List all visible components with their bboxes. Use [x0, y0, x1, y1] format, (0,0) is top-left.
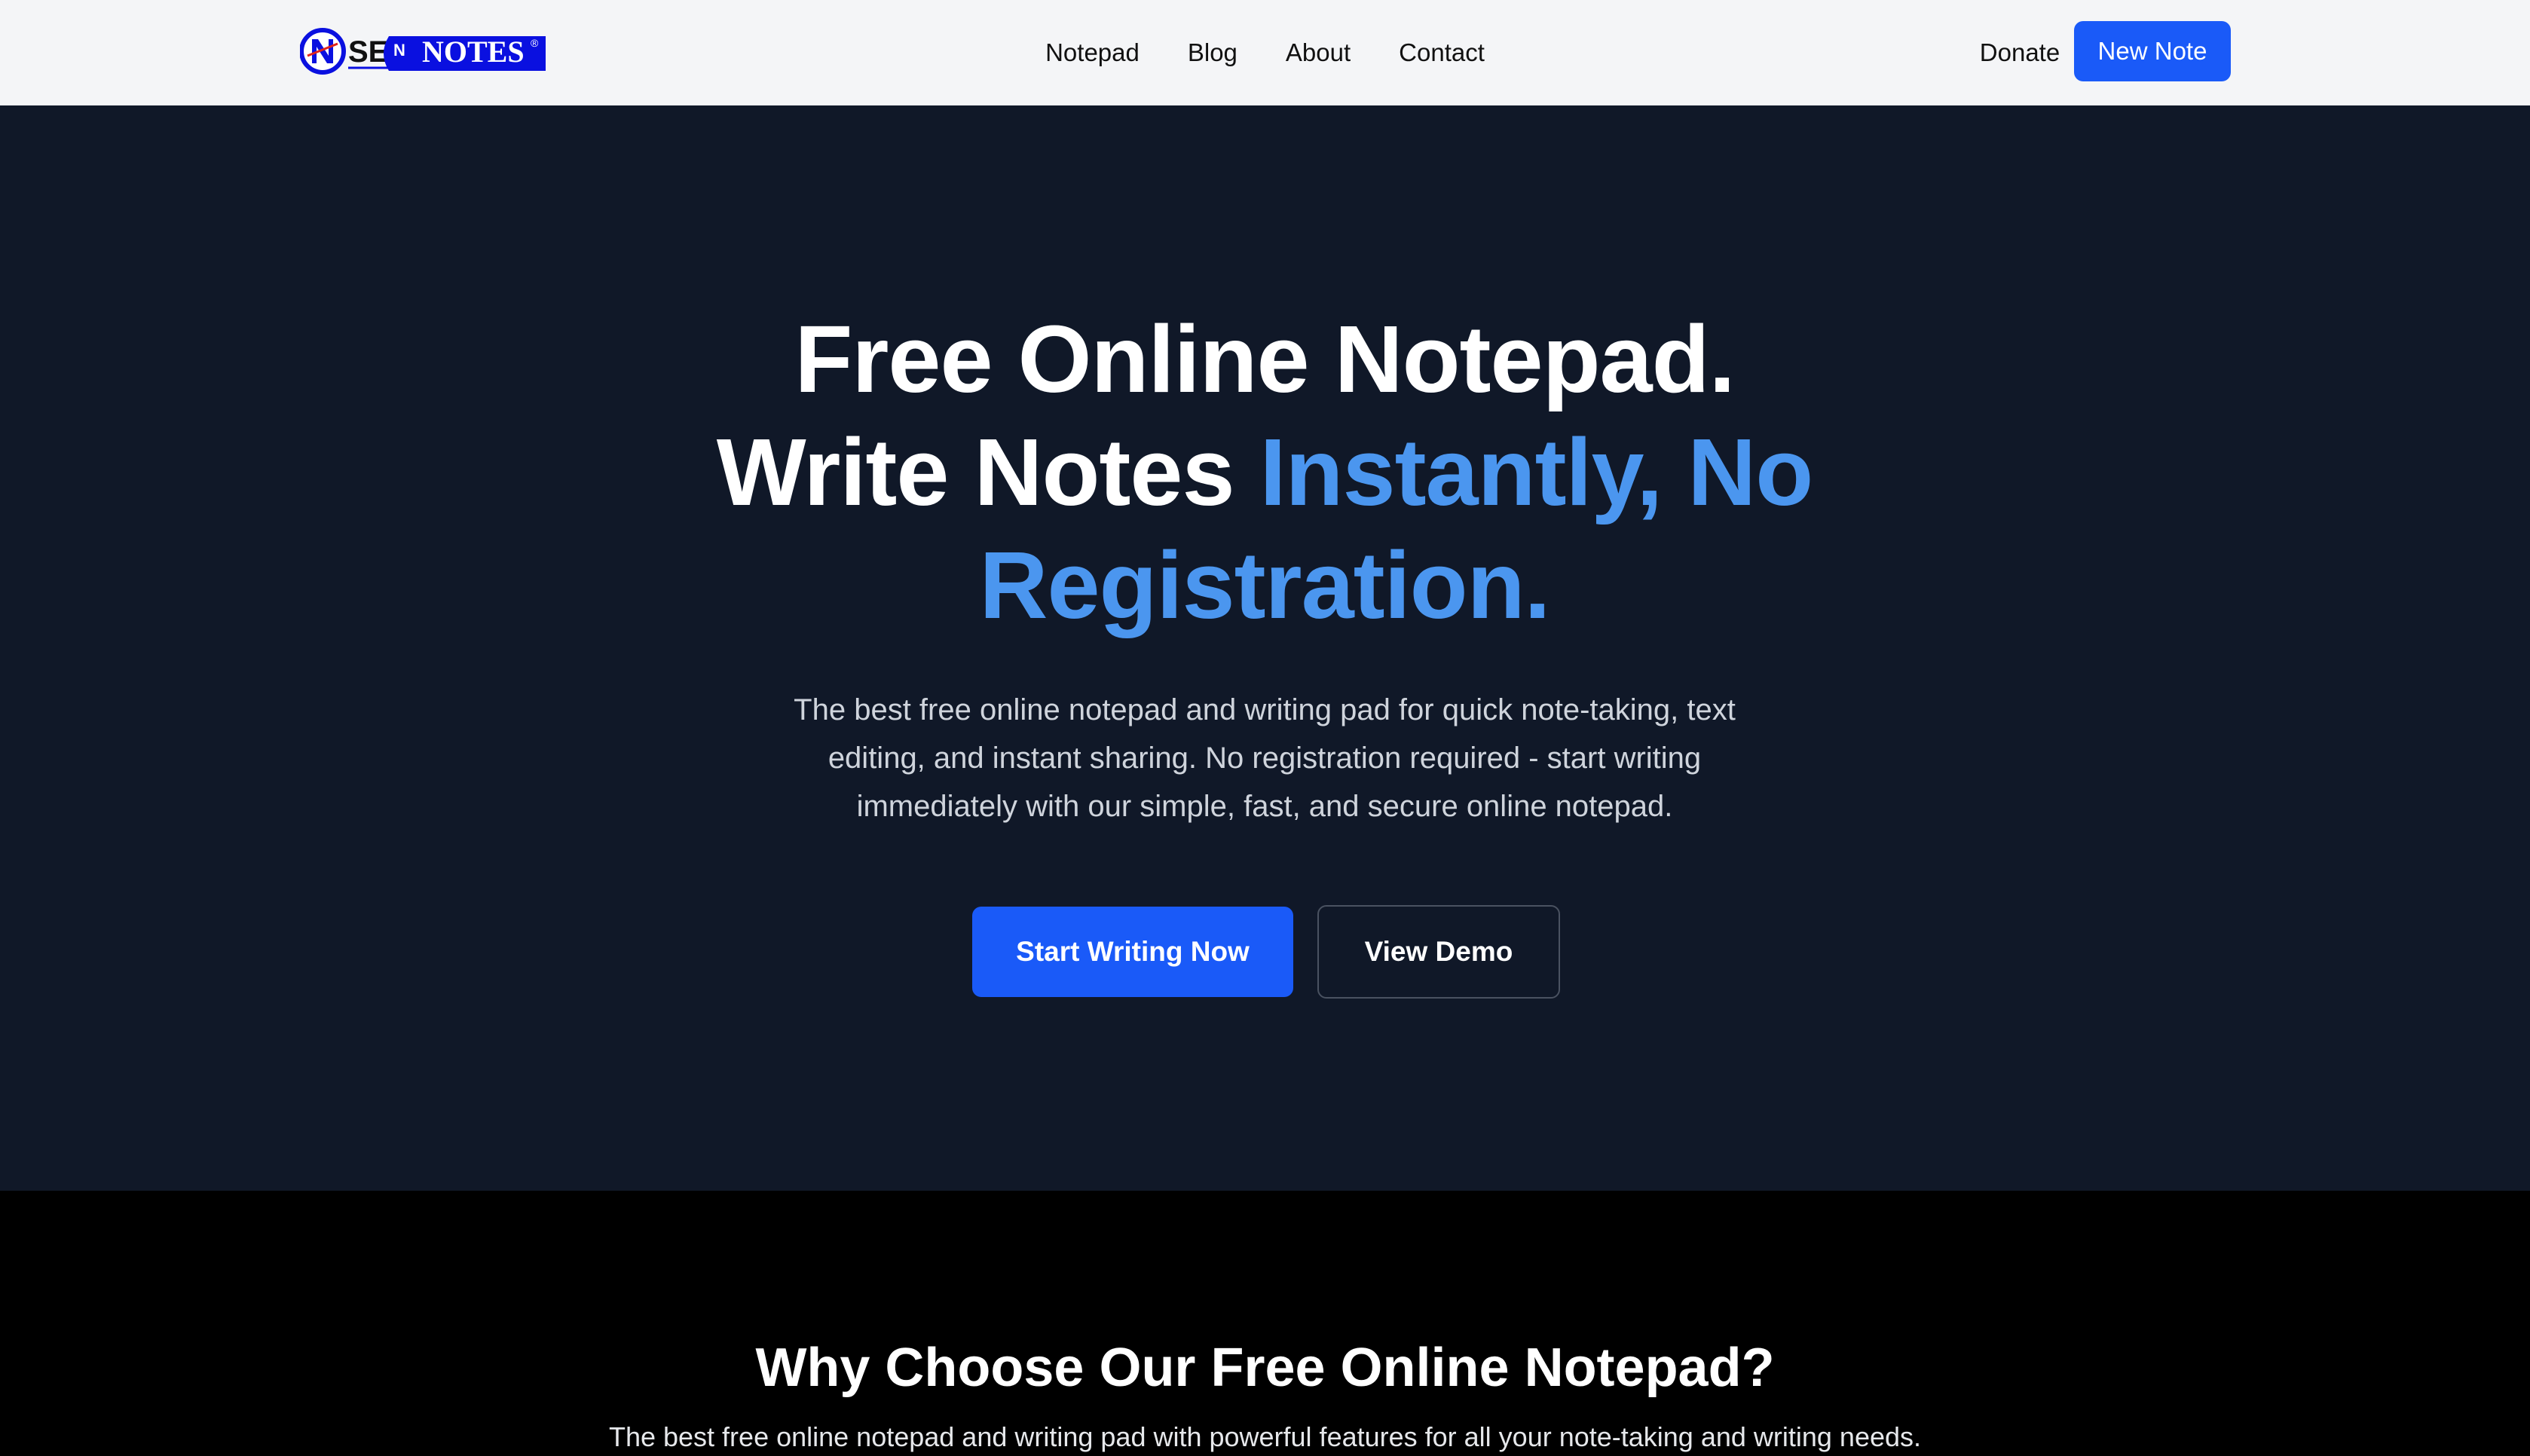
hero-title: Free Online Notepad. Write Notes Instant…: [662, 303, 1868, 642]
nav-link-about[interactable]: About: [1286, 38, 1351, 67]
hero-description: The best free online notepad and writing…: [794, 693, 1736, 823]
nav-link-notepad[interactable]: Notepad: [1045, 38, 1140, 67]
hero-title-accent: Instantly, No: [1259, 419, 1814, 525]
hero-title-line-2: Write Notes Instantly, No: [662, 416, 1868, 529]
nav-link-blog[interactable]: Blog: [1188, 38, 1237, 67]
svg-text:SE: SE: [348, 35, 388, 69]
features-section: Why Choose Our Free Online Notepad? The …: [0, 1191, 2530, 1452]
sen-notes-logo-icon: SE N NOTES ®: [299, 28, 546, 75]
features-subtitle: The best free online notepad and writing…: [608, 1421, 1922, 1452]
view-demo-button[interactable]: View Demo: [1317, 905, 1560, 999]
features-title: Why Choose Our Free Online Notepad?: [755, 1338, 1775, 1398]
svg-text:NOTES: NOTES: [422, 35, 525, 69]
hero-title-plain: Write Notes: [716, 419, 1260, 525]
nav-link-contact[interactable]: Contact: [1399, 38, 1485, 67]
hero-section: Free Online Notepad. Write Notes Instant…: [0, 106, 2530, 1191]
new-note-button[interactable]: New Note: [2074, 21, 2231, 81]
hero-title-line-1: Free Online Notepad.: [794, 306, 1735, 412]
site-header: SE N NOTES ® Notepad Blog About Contact …: [0, 0, 2530, 106]
start-writing-button[interactable]: Start Writing Now: [972, 907, 1293, 997]
site-logo[interactable]: SE N NOTES ®: [299, 27, 546, 75]
svg-text:N: N: [393, 41, 405, 60]
donate-link[interactable]: Donate: [1944, 0, 2095, 106]
svg-text:®: ®: [531, 37, 539, 49]
hero-title-line-3: Registration.: [979, 532, 1550, 638]
